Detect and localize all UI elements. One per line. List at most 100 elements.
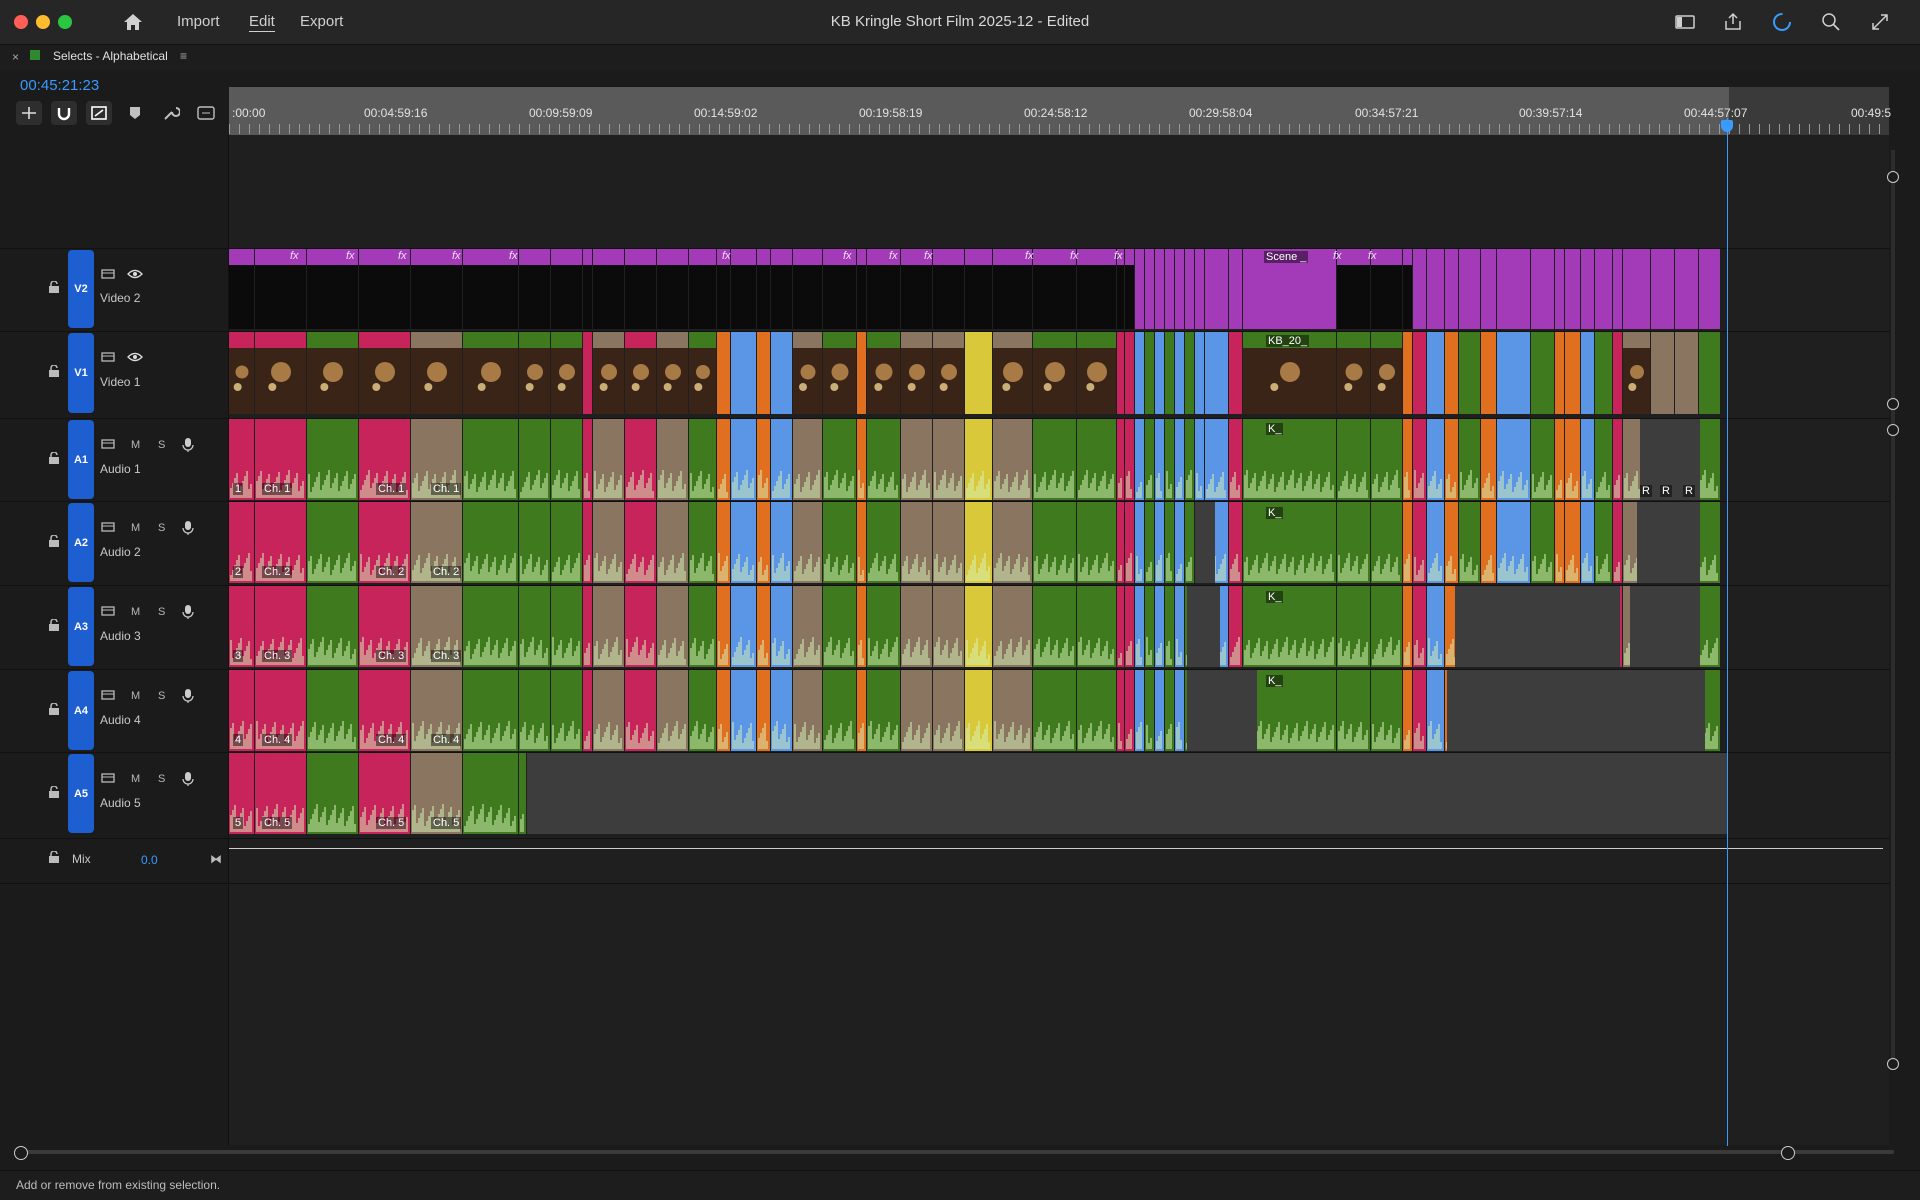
- video-clip[interactable]: [793, 332, 822, 414]
- audio-clip[interactable]: [1413, 502, 1426, 583]
- audio-clip[interactable]: [593, 502, 624, 583]
- audio-clip[interactable]: [1481, 419, 1496, 500]
- audio-clip[interactable]: [993, 670, 1032, 751]
- audio-clip[interactable]: [933, 502, 964, 583]
- audio-clip[interactable]: [717, 670, 730, 751]
- close-panel-icon[interactable]: ×: [12, 50, 19, 64]
- audio-clip[interactable]: [1175, 419, 1184, 500]
- fx-badge[interactable]: fx: [398, 250, 407, 262]
- audio-clip[interactable]: [771, 586, 792, 667]
- video-clip[interactable]: [731, 249, 756, 329]
- audio-clip[interactable]: [965, 502, 992, 583]
- audio-clip[interactable]: [717, 502, 730, 583]
- audio-clip[interactable]: [1445, 502, 1458, 583]
- audio-clip[interactable]: [1175, 670, 1184, 751]
- audio-clip[interactable]: [625, 502, 656, 583]
- video-clip[interactable]: [933, 332, 964, 414]
- video-clip[interactable]: [965, 332, 992, 414]
- audio-clip[interactable]: [1459, 502, 1480, 583]
- audio-clip[interactable]: [757, 502, 770, 583]
- video-clip[interactable]: [1581, 332, 1594, 414]
- fx-badge[interactable]: fx: [290, 250, 299, 262]
- audio-clip[interactable]: [1229, 586, 1242, 667]
- audio-clip[interactable]: [993, 586, 1032, 667]
- audio-clip[interactable]: [519, 586, 550, 667]
- fx-badge[interactable]: fx: [722, 250, 731, 262]
- audio-clip[interactable]: [993, 419, 1032, 500]
- mix-volume-line[interactable]: [229, 848, 1883, 849]
- audio-clip[interactable]: [307, 502, 358, 583]
- audio-clip[interactable]: [463, 419, 518, 500]
- audio-clip[interactable]: [657, 586, 688, 667]
- audio-clip[interactable]: [1033, 502, 1076, 583]
- solo-button[interactable]: S: [158, 690, 165, 702]
- insert-sequence-tool-icon[interactable]: [16, 101, 42, 125]
- audio-clip[interactable]: [551, 670, 582, 751]
- video-clip[interactable]: [717, 332, 730, 414]
- audio-clip[interactable]: [857, 419, 866, 500]
- audio-vscroll-top-handle[interactable]: [1887, 424, 1899, 436]
- video-clip[interactable]: [359, 332, 410, 414]
- video-clip[interactable]: [1195, 249, 1204, 329]
- audio-clip[interactable]: [1413, 670, 1426, 751]
- linked-selection-icon[interactable]: [86, 101, 112, 125]
- playhead-handle[interactable]: [1721, 120, 1733, 132]
- audio-clip[interactable]: [1565, 419, 1580, 500]
- audio-clip[interactable]: [901, 419, 932, 500]
- voiceover-mic-icon[interactable]: [182, 520, 194, 539]
- sync-lock-icon[interactable]: [101, 268, 115, 283]
- audio-clip[interactable]: [463, 586, 518, 667]
- audio-clip[interactable]: [1595, 502, 1612, 583]
- audio-clip[interactable]: [1135, 502, 1144, 583]
- audio-clip[interactable]: [1459, 419, 1480, 500]
- video-clip[interactable]: [229, 332, 254, 414]
- audio-clip[interactable]: [1243, 419, 1336, 500]
- video-clip[interactable]: [1229, 249, 1242, 329]
- audio-clip[interactable]: [593, 586, 624, 667]
- track-target-a5[interactable]: A5: [68, 754, 94, 833]
- audio-clip[interactable]: [1077, 586, 1116, 667]
- audio-clip[interactable]: [1481, 502, 1496, 583]
- fx-badge[interactable]: fx: [1333, 250, 1342, 262]
- hscroll-right-handle[interactable]: [1781, 1146, 1795, 1160]
- audio-vscroll-bottom-handle[interactable]: [1887, 1058, 1899, 1070]
- video-clip[interactable]: [993, 332, 1032, 414]
- audio-clip[interactable]: [1229, 502, 1242, 583]
- audio-clip[interactable]: [1613, 419, 1622, 500]
- voiceover-mic-icon[interactable]: [182, 604, 194, 623]
- audio-clip[interactable]: [657, 419, 688, 500]
- audio-clip[interactable]: [901, 502, 932, 583]
- video-clip[interactable]: [857, 249, 866, 329]
- track-target-a1[interactable]: A1: [68, 420, 94, 499]
- video-clip[interactable]: [757, 249, 770, 329]
- video-clip[interactable]: [1413, 249, 1426, 329]
- audio-clip[interactable]: [793, 502, 822, 583]
- video-clip[interactable]: [731, 332, 756, 414]
- audio-clip[interactable]: [1175, 586, 1184, 667]
- video-clip[interactable]: [625, 249, 656, 329]
- audio-clip[interactable]: [689, 502, 716, 583]
- audio-clip[interactable]: [1135, 419, 1144, 500]
- video-clip[interactable]: [593, 249, 624, 329]
- track-lock-icon[interactable]: [48, 364, 60, 377]
- audio-clip[interactable]: [1033, 586, 1076, 667]
- video-clip[interactable]: [1699, 249, 1720, 329]
- video-clip[interactable]: [255, 332, 306, 414]
- video-clip[interactable]: [867, 332, 900, 414]
- audio-clip[interactable]: [1427, 502, 1444, 583]
- audio-clip[interactable]: [625, 670, 656, 751]
- audio-clip[interactable]: [857, 586, 866, 667]
- video-clip[interactable]: [1651, 249, 1674, 329]
- fx-badge[interactable]: fx: [924, 250, 933, 262]
- video-clip[interactable]: [689, 332, 716, 414]
- video-clip[interactable]: [625, 332, 656, 414]
- video-clip[interactable]: [1497, 332, 1530, 414]
- audio-clip[interactable]: [583, 586, 592, 667]
- video-clip[interactable]: [1481, 332, 1496, 414]
- video-clip[interactable]: [1565, 249, 1580, 329]
- audio-clip[interactable]: [519, 753, 526, 834]
- audio-clip[interactable]: [1135, 586, 1144, 667]
- voiceover-mic-icon[interactable]: [182, 437, 194, 456]
- video-clip[interactable]: [771, 332, 792, 414]
- playhead-line[interactable]: [1727, 118, 1728, 1146]
